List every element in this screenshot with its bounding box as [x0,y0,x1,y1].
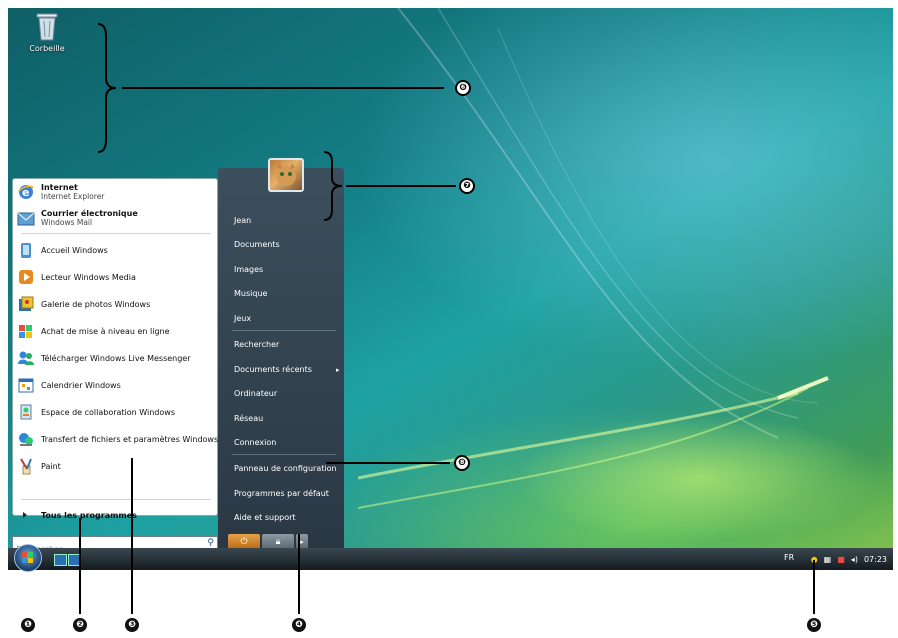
calendar-icon [17,376,35,394]
right-item-search[interactable]: Rechercher [234,340,279,349]
right-item-default-programs[interactable]: Programmes par défaut [234,489,329,498]
chevron-right-icon: ▸ [300,538,304,546]
recent-item[interactable]: Galerie de photos Windows [17,293,150,315]
annotation-8: ❽ [454,455,470,471]
recent-item-label: Achat de mise à niveau en ligne [41,326,170,336]
internet-explorer-icon: e [17,183,35,201]
right-item-images[interactable]: Images [234,265,263,274]
pinned-separator [21,233,211,234]
recent-item[interactable]: Achat de mise à niveau en ligne [17,320,170,342]
right-separator [232,454,336,455]
media-player-icon [17,268,35,286]
user-avatar[interactable] [268,158,304,192]
start-button[interactable] [14,544,42,572]
recent-item-label: Paint [41,461,61,471]
volume-icon[interactable]: ◂) [851,555,858,564]
recent-item-label: Espace de collaboration Windows [41,407,175,417]
pinned-title: Courrier électronique [41,209,138,218]
annotation-line-2 [79,518,81,614]
right-item-computer[interactable]: Ordinateur [234,389,277,398]
right-item-games[interactable]: Jeux [234,314,251,323]
right-item-network[interactable]: Réseau [234,414,263,423]
recent-item[interactable]: Transfert de fichiers et paramètres Wind… [17,428,218,450]
all-programs-separator [21,499,211,500]
start-menu-programs-pane: e Internet Internet Explorer Courrier éle… [12,178,218,520]
start-menu-right-pane: Jean Documents Images Musique Jeux Reche… [218,168,344,548]
recent-item[interactable]: Accueil Windows [17,239,108,261]
recent-item[interactable]: Calendrier Windows [17,374,121,396]
start-menu: e Internet Internet Explorer Courrier éle… [8,158,344,557]
right-item-recent-documents-label: Documents récents [234,365,312,374]
show-desktop-icon[interactable] [54,554,67,566]
annotation-line-6 [122,87,444,89]
recent-item-label: Transfert de fichiers et paramètres Wind… [41,434,219,444]
language-indicator[interactable]: FR [784,553,794,562]
right-item-recent-documents[interactable]: Documents récents [234,365,312,374]
photo-gallery-icon [17,295,35,313]
clock[interactable]: 07:23 [864,555,887,564]
arrow-right-icon [23,512,27,518]
recent-item[interactable]: Espace de collaboration Windows [17,401,175,423]
welcome-center-icon [17,241,35,259]
windows-logo-icon [22,552,33,563]
right-item-user[interactable]: Jean [234,216,251,225]
right-item-control-panel[interactable]: Panneau de configuration [234,464,337,473]
right-separator [232,330,336,331]
recent-item[interactable]: Télécharger Windows Live Messenger [17,347,191,369]
recent-item-label: Calendrier Windows [41,380,121,390]
pinned-subtitle: Internet Explorer [41,192,105,201]
annotation-7: ❼ [459,178,475,194]
network-icon[interactable]: ▦ [824,555,832,564]
recent-item-label: Lecteur Windows Media [41,272,136,282]
windows-upgrade-icon [17,322,35,340]
all-programs-label: Tous les programmes [41,511,137,520]
desktop: Corbeille e Internet Internet Explorer Co… [8,8,893,570]
display-icon[interactable]: ■ [837,555,845,564]
wallpaper-streaks [358,8,829,509]
recent-item-label: Télécharger Windows Live Messenger [41,353,191,363]
pinned-item-internet[interactable]: e Internet Internet Explorer [17,181,104,203]
right-item-music[interactable]: Musique [234,289,267,298]
annotation-line-7 [346,185,456,187]
annotation-line-8 [326,462,450,464]
annotation-6: ❻ [455,80,471,96]
annotation-4: ❹ [292,618,306,632]
collaboration-icon [17,403,35,421]
recycle-bin-icon [34,10,60,42]
messenger-icon [17,349,35,367]
right-item-documents[interactable]: Documents [234,240,280,249]
brace-desktop [97,23,117,153]
recent-item-label: Galerie de photos Windows [41,299,151,309]
transfer-icon [17,430,35,448]
pinned-subtitle: Windows Mail [41,218,93,227]
recent-item-label: Accueil Windows [41,245,108,255]
pinned-item-mail[interactable]: Courrier électronique Windows Mail [17,207,138,229]
annotation-5: ❺ [807,618,821,632]
brace-user [323,151,343,221]
chevron-right-icon: ▸ [336,366,340,374]
recycle-bin-label: Corbeille [29,44,65,53]
annotation-line-3 [131,458,133,614]
annotation-2: ❷ [73,618,87,632]
recent-item[interactable]: Paint [17,455,61,477]
annotation-line-5 [813,560,815,614]
search-icon[interactable]: ⚲ [207,538,214,548]
paint-icon [17,457,35,475]
annotation-1: ❶ [21,618,35,632]
lock-icon: 🔒︎ [275,537,281,547]
taskbar: FR ● ▦ ■ ◂) 07:23 [8,544,893,572]
system-tray: ● ▦ ■ ◂) 07:23 [811,548,887,570]
right-item-connect[interactable]: Connexion [234,438,276,447]
annotation-3: ❸ [125,618,139,632]
annotation-line-4 [298,534,300,614]
pinned-title: Internet [41,183,78,192]
recent-item[interactable]: Lecteur Windows Media [17,266,136,288]
right-item-help[interactable]: Aide et support [234,513,296,522]
power-icon: ⏻ [240,537,248,547]
recycle-bin[interactable]: Corbeille [22,10,72,53]
windows-mail-icon [17,209,35,227]
